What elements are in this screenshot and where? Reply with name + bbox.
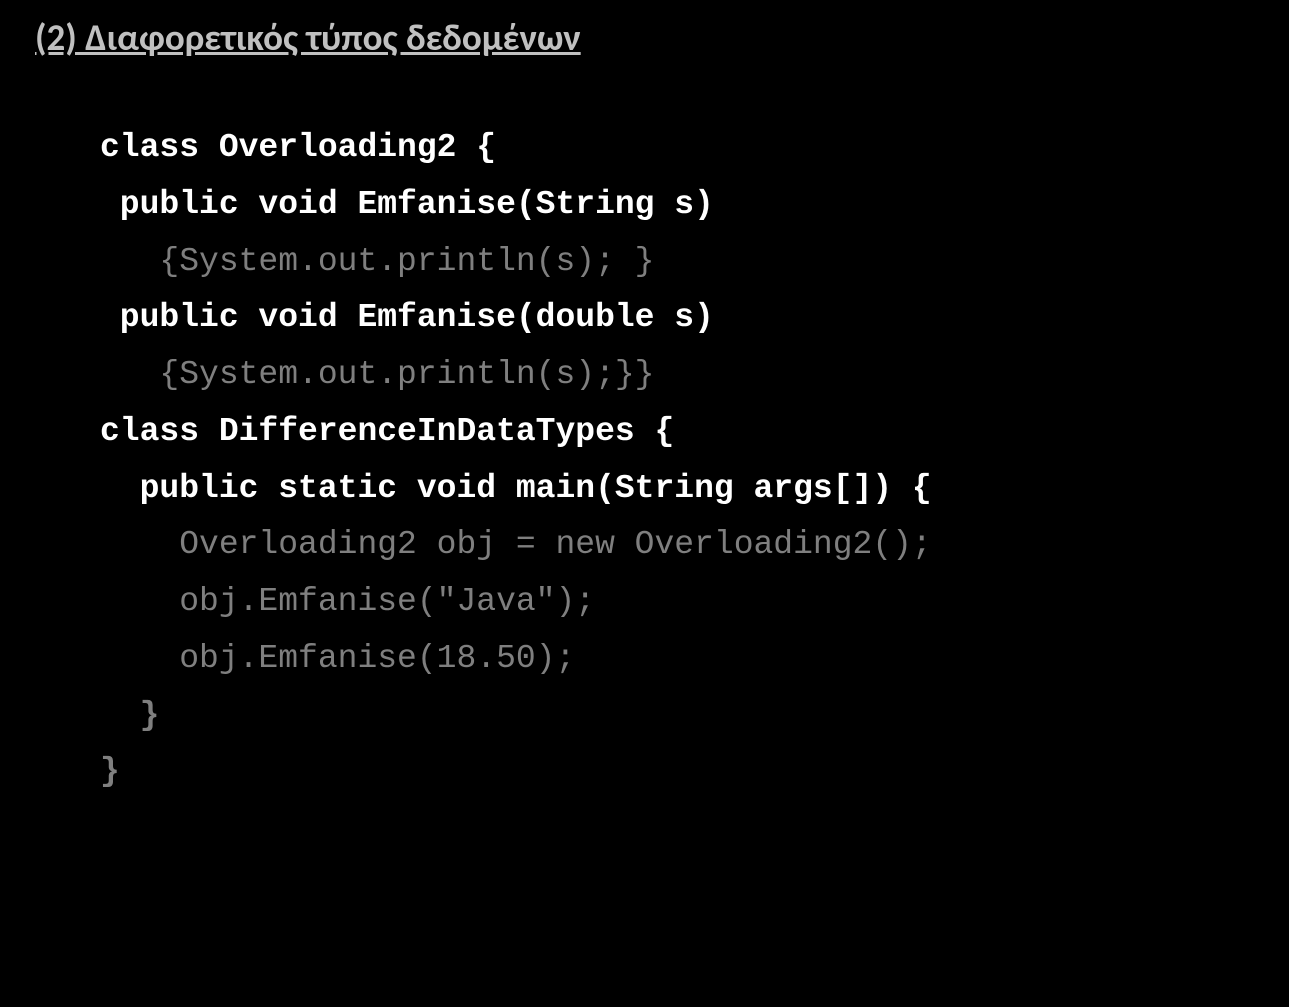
code-line-2: public void Emfanise(String s)	[100, 177, 932, 234]
code-line-3: {System.out.println(s); }	[100, 234, 932, 291]
code-line-4: public void Emfanise(double s)	[100, 290, 932, 347]
code-line-9: Overloading2 obj = new Overloading2();	[100, 517, 932, 574]
slide-heading: (2) Διαφορετικός τύπος δεδομένων	[35, 15, 581, 60]
code-line-7: class DifferenceInDataTypes {	[100, 404, 932, 461]
slide-container: (2) Διαφορετικός τύπος δεδομένων class O…	[0, 0, 1289, 1007]
code-line-13: }	[100, 744, 932, 801]
code-line-5: {System.out.println(s);}}	[100, 347, 932, 404]
code-line-11: obj.Emfanise(18.50);	[100, 631, 932, 688]
code-block: class Overloading2 { public void Emfanis…	[100, 120, 932, 801]
code-line-10: obj.Emfanise("Java");	[100, 574, 932, 631]
code-line-1: class Overloading2 {	[100, 120, 932, 177]
code-line-8: public static void main(String args[]) {	[100, 461, 932, 518]
code-line-12: }	[100, 688, 932, 745]
